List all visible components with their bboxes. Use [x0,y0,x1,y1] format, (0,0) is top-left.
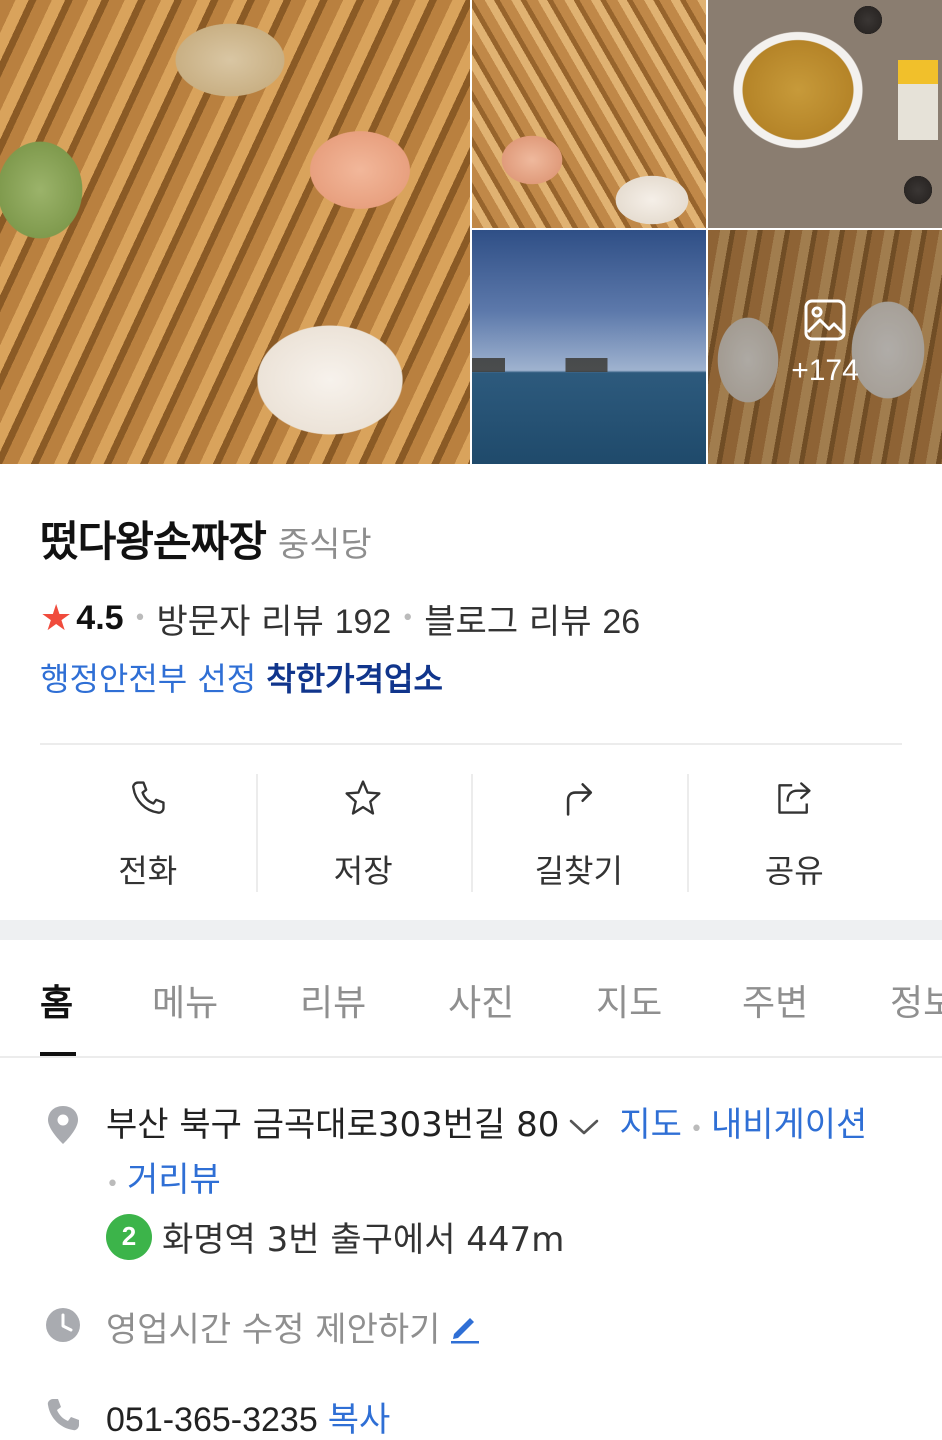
address-block: 부산 북구 금곡대로303번길 80 지도 • 내비게이션 • 거리뷰 [106,1100,916,1210]
chevron-down-icon[interactable] [569,1118,599,1136]
photo-thumbnail[interactable] [472,230,706,464]
share-label: 공유 [764,852,824,890]
blog-reviews-link[interactable]: 블로그 리뷰 26 [424,594,640,643]
directions-label: 길찾기 [534,852,623,890]
separator-dot: • [133,606,147,631]
share-icon [778,782,811,814]
more-photos-thumbnail[interactable]: +174 [708,230,942,464]
place-category: 중식당 [277,525,372,565]
certification-prefix: 행정안전부 선정 [40,660,257,698]
certification-name: 착한가격업소 [266,660,443,698]
call-button[interactable]: 전화 [40,774,256,892]
photo-thumbnail[interactable] [472,0,706,228]
clock-icon [46,1308,80,1342]
location-pin-icon [48,1106,78,1144]
hours-suggest-link[interactable]: 영업시간 수정 제안하기 [106,1302,482,1351]
photo-gallery: +174 [0,0,942,464]
certification-badge[interactable]: 행정안전부 선정 착한가격업소 [40,654,443,700]
separator-dot: • [689,1117,703,1142]
rating-value: 4.5 [76,599,124,637]
photo-thumbnail[interactable] [708,0,942,228]
navigation-link[interactable]: 내비게이션 [711,1105,867,1145]
phone-icon [131,781,165,814]
directions-arrow-icon [566,783,592,816]
phone-row: 051-365-3235 복사 [106,1392,390,1440]
share-button[interactable]: 공유 [686,774,903,892]
action-bar: 전화 저장 길찾기 공유 [40,774,902,892]
call-label: 전화 [118,852,178,890]
phone-number[interactable]: 051-365-3235 [106,1401,318,1439]
main-photo[interactable] [0,0,470,464]
tab-reviews[interactable]: 리뷰 [300,974,366,1026]
phone-icon [47,1399,79,1431]
subway-info: 2 화명역 3번 출구에서 447m [106,1212,564,1261]
save-label: 저장 [333,852,393,890]
star-icon: ★ [40,598,73,639]
subway-distance-text: 화명역 3번 출구에서 447m [162,1220,565,1260]
directions-button[interactable]: 길찾기 [471,774,687,892]
place-name: 떴다왕손짜장 [40,517,267,566]
subway-line-badge: 2 [106,1213,152,1260]
visitor-reviews-link[interactable]: 방문자 리뷰 192 [157,594,392,643]
more-photos-indicator: +174 [708,298,942,388]
tab-nearby[interactable]: 주변 [742,974,808,1026]
address-text: 부산 북구 금곡대로303번길 80 [106,1105,560,1145]
map-link[interactable]: 지도 [619,1105,682,1145]
pencil-icon [451,1317,480,1343]
image-icon [804,299,846,341]
tab-map[interactable]: 지도 [596,974,662,1026]
blog-reviews-count: 26 [602,603,641,641]
review-summary: ★ 4.5 • 방문자 리뷰 192 • 블로그 리뷰 26 [40,594,640,643]
active-tab-indicator [40,1052,76,1056]
tab-bar: 홈 메뉴 리뷰 사진 지도 주변 정보 [0,940,942,1058]
divider [40,743,902,745]
section-gap [0,920,942,940]
hours-suggest-text: 영업시간 수정 제안하기 [106,1310,441,1350]
tab-home[interactable]: 홈 [40,974,73,1026]
visitor-reviews-count: 192 [334,603,392,641]
visitor-reviews-label: 방문자 리뷰 [156,602,324,642]
separator-dot: • [106,1172,119,1197]
tab-info[interactable]: 정보 [890,974,942,1026]
tab-menu[interactable]: 메뉴 [152,974,218,1026]
tab-photos[interactable]: 사진 [448,974,514,1026]
star-outline-icon [345,780,381,815]
blog-reviews-label: 블로그 리뷰 [424,602,592,642]
separator-dot: • [401,606,415,631]
street-view-link[interactable]: 거리뷰 [127,1160,221,1200]
photo-count: +174 [791,354,859,387]
place-title-row: 떴다왕손짜장 중식당 [40,508,372,569]
save-button[interactable]: 저장 [255,774,472,892]
copy-phone-button[interactable]: 복사 [328,1400,391,1440]
